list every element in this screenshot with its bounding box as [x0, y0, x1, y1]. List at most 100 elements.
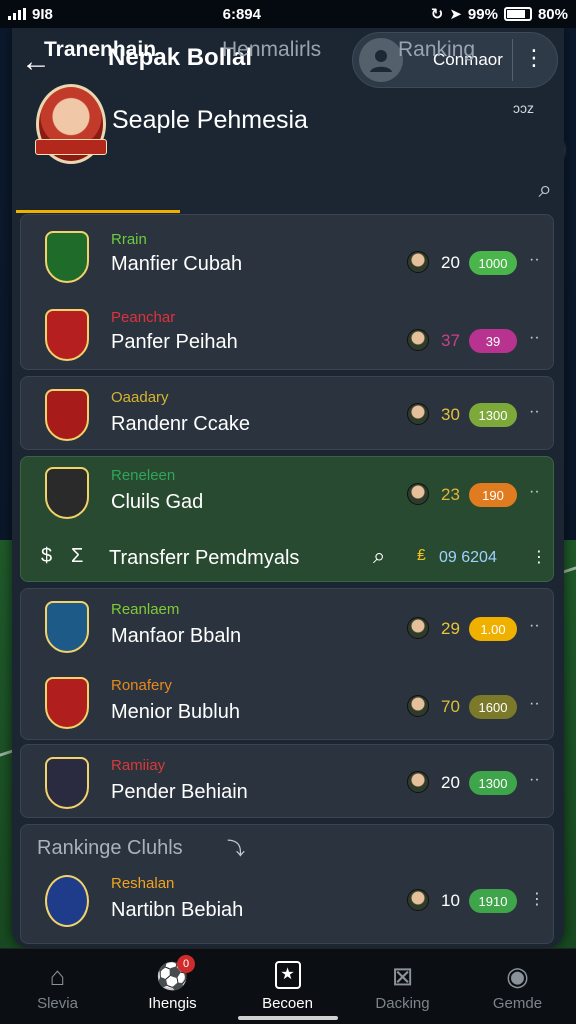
club-badge: 1300: [469, 403, 517, 427]
home-icon: ⌂: [49, 961, 66, 991]
club-number: 29: [441, 619, 460, 638]
signal-icon: [8, 8, 26, 20]
nav-label: Becoen: [262, 995, 313, 1012]
club-row[interactable]: Oaadary Randenr Ccake 30 1300 ··: [21, 377, 553, 455]
user-icon: [370, 50, 392, 72]
club-category: Peanchar: [111, 309, 176, 326]
club-row[interactable]: Rrain Manfier Cubah 20 1000 ··: [21, 217, 553, 295]
sigma-icon: Σ: [71, 545, 84, 567]
status-bar: 9I8 6:894 ↻ ➤ 99% 80%: [0, 0, 576, 28]
club-crest-icon: [45, 389, 89, 441]
player-avatar: [407, 617, 429, 639]
active-tab-indicator: [16, 210, 180, 213]
battery-percent: 99%: [467, 5, 498, 23]
club-crest-icon: [45, 677, 89, 729]
nav-item-home[interactable]: ⌂ Slevia: [0, 949, 115, 1024]
section-title: Rankinge Cluhls: [37, 837, 183, 859]
search-icon[interactable]: ⌕: [373, 543, 385, 569]
club-category: Ronafery: [111, 677, 172, 694]
coin-icon: ₤: [417, 547, 426, 564]
profile-name: Seaple Pehmesia: [112, 106, 308, 134]
notification-badge: 0: [177, 955, 195, 973]
player-avatar: [407, 889, 429, 911]
sort-icon[interactable]: ⤵: [227, 835, 245, 861]
club-card: Oaadary Randenr Ccake 30 1300 ··: [20, 376, 554, 450]
nav-label: Gemde: [492, 995, 543, 1012]
club-badge: 1300: [469, 771, 517, 795]
club-row[interactable]: Reanlaem Manfaor Bbaln 29 1.00 ··: [21, 589, 553, 667]
club-name: Nartibn Bebiah: [111, 899, 244, 921]
nav-label: Dacking: [375, 995, 430, 1012]
globe-icon: ◉: [506, 961, 529, 991]
club-badge: 1000: [469, 251, 517, 275]
club-row[interactable]: Reshalan Nartibn Bebiah 10 1910 ⋮: [21, 865, 553, 943]
club-name: Panfer Peihah: [111, 331, 238, 353]
club-number: 30: [441, 405, 460, 424]
club-crest-icon: [45, 467, 89, 519]
transfer-row[interactable]: $ Σ Transferr Pemdmyals ⌕ ₤ 09 6204 ⋮: [21, 533, 553, 583]
tab-henmalirls[interactable]: Henmalirls: [222, 28, 321, 72]
club-row[interactable]: Ramiiay Pender Behiain 20 1300 ··: [21, 745, 553, 823]
more-icon[interactable]: ··: [529, 403, 540, 421]
card-icon: ★: [274, 961, 301, 989]
club-badge: 1910: [469, 889, 517, 913]
location-icon: ➤: [449, 6, 462, 23]
dollar-icon: $: [41, 545, 53, 567]
club-crest-icon: [45, 309, 89, 361]
nav-label: Ihengis: [148, 995, 197, 1012]
club-row[interactable]: Ronafery Menior Bubluh 70 1600 ··: [21, 665, 553, 743]
more-icon[interactable]: ⋮: [523, 45, 545, 71]
club-card: Ramiiay Pender Behiain 20 1300 ··: [20, 744, 554, 818]
more-icon[interactable]: ··: [529, 771, 540, 789]
main-panel: ← Nepak Bollal Conmaor ⋮ Seaple Pehmesia…: [12, 28, 564, 948]
nav-item-dacking[interactable]: ⊠ Dacking: [345, 949, 460, 1024]
battery-icon: [503, 7, 532, 21]
profile-extra: ɔɔz: [513, 100, 534, 116]
club-category: Ramiiay: [111, 757, 166, 774]
club-card-highlighted: Reneleen Cluils Gad 23 190 ·· $ Σ Transf…: [20, 456, 554, 582]
nav-item-matches[interactable]: ⚽ 0 Ihengis: [115, 949, 230, 1024]
club-number: 10: [441, 891, 460, 910]
player-avatar: [407, 695, 429, 717]
club-name: Cluils Gad: [111, 491, 204, 513]
more-icon[interactable]: ⋮: [529, 889, 545, 909]
status-left-text: 9I8: [32, 5, 53, 23]
club-crest-icon: [45, 601, 89, 653]
bottom-navigation: ⌂ Slevia ⚽ 0 Ihengis ★ Becoen ⊠ Dacking …: [0, 948, 576, 1024]
user-avatar: [359, 38, 403, 82]
club-name: Randenr Ccake: [111, 413, 250, 435]
club-badge: 39: [469, 329, 517, 353]
player-avatar: [407, 251, 429, 273]
club-number: 37: [441, 331, 460, 350]
transfer-value: 09 6204: [439, 549, 497, 566]
club-badge: 1600: [469, 695, 517, 719]
ranking-card: Rankinge Cluhls ⤵ Reshalan Nartibn Bebia…: [20, 824, 554, 944]
tab-ranking[interactable]: Ranking: [398, 28, 475, 72]
status-time: 6:894: [222, 5, 261, 23]
divider: [512, 39, 513, 81]
grid-icon: ⊠: [391, 961, 414, 991]
club-crest-icon: [45, 875, 89, 927]
search-icon[interactable]: ⌕: [539, 168, 552, 212]
tab-transfers[interactable]: Tranenhain: [44, 28, 156, 72]
more-icon[interactable]: ··: [529, 695, 540, 713]
nav-item-becoen[interactable]: ★ Becoen: [230, 949, 345, 1024]
club-row[interactable]: Peanchar Panfer Peihah 37 39 ··: [21, 295, 553, 373]
home-indicator: [238, 1016, 338, 1020]
club-category: Oaadary: [111, 389, 169, 406]
club-card: Reanlaem Manfaor Bbaln 29 1.00 ·· Ronafe…: [20, 588, 554, 740]
club-crest-icon: [45, 757, 89, 809]
more-icon[interactable]: ··: [529, 251, 540, 269]
nav-item-gemde[interactable]: ◉ Gemde: [460, 949, 575, 1024]
nav-label: Slevia: [37, 995, 78, 1012]
club-name: Manfier Cubah: [111, 253, 243, 275]
club-card: Rrain Manfier Cubah 20 1000 ·· Peanchar …: [20, 214, 554, 370]
player-avatar: [407, 329, 429, 351]
player-avatar: [407, 403, 429, 425]
more-icon[interactable]: ··: [529, 329, 540, 347]
more-icon[interactable]: ··: [529, 483, 540, 501]
more-icon[interactable]: ··: [529, 617, 540, 635]
club-row[interactable]: Reneleen Cluils Gad 23 190 ··: [21, 457, 553, 535]
club-name: Manfaor Bbaln: [111, 625, 242, 647]
more-icon[interactable]: ⋮: [531, 547, 547, 567]
